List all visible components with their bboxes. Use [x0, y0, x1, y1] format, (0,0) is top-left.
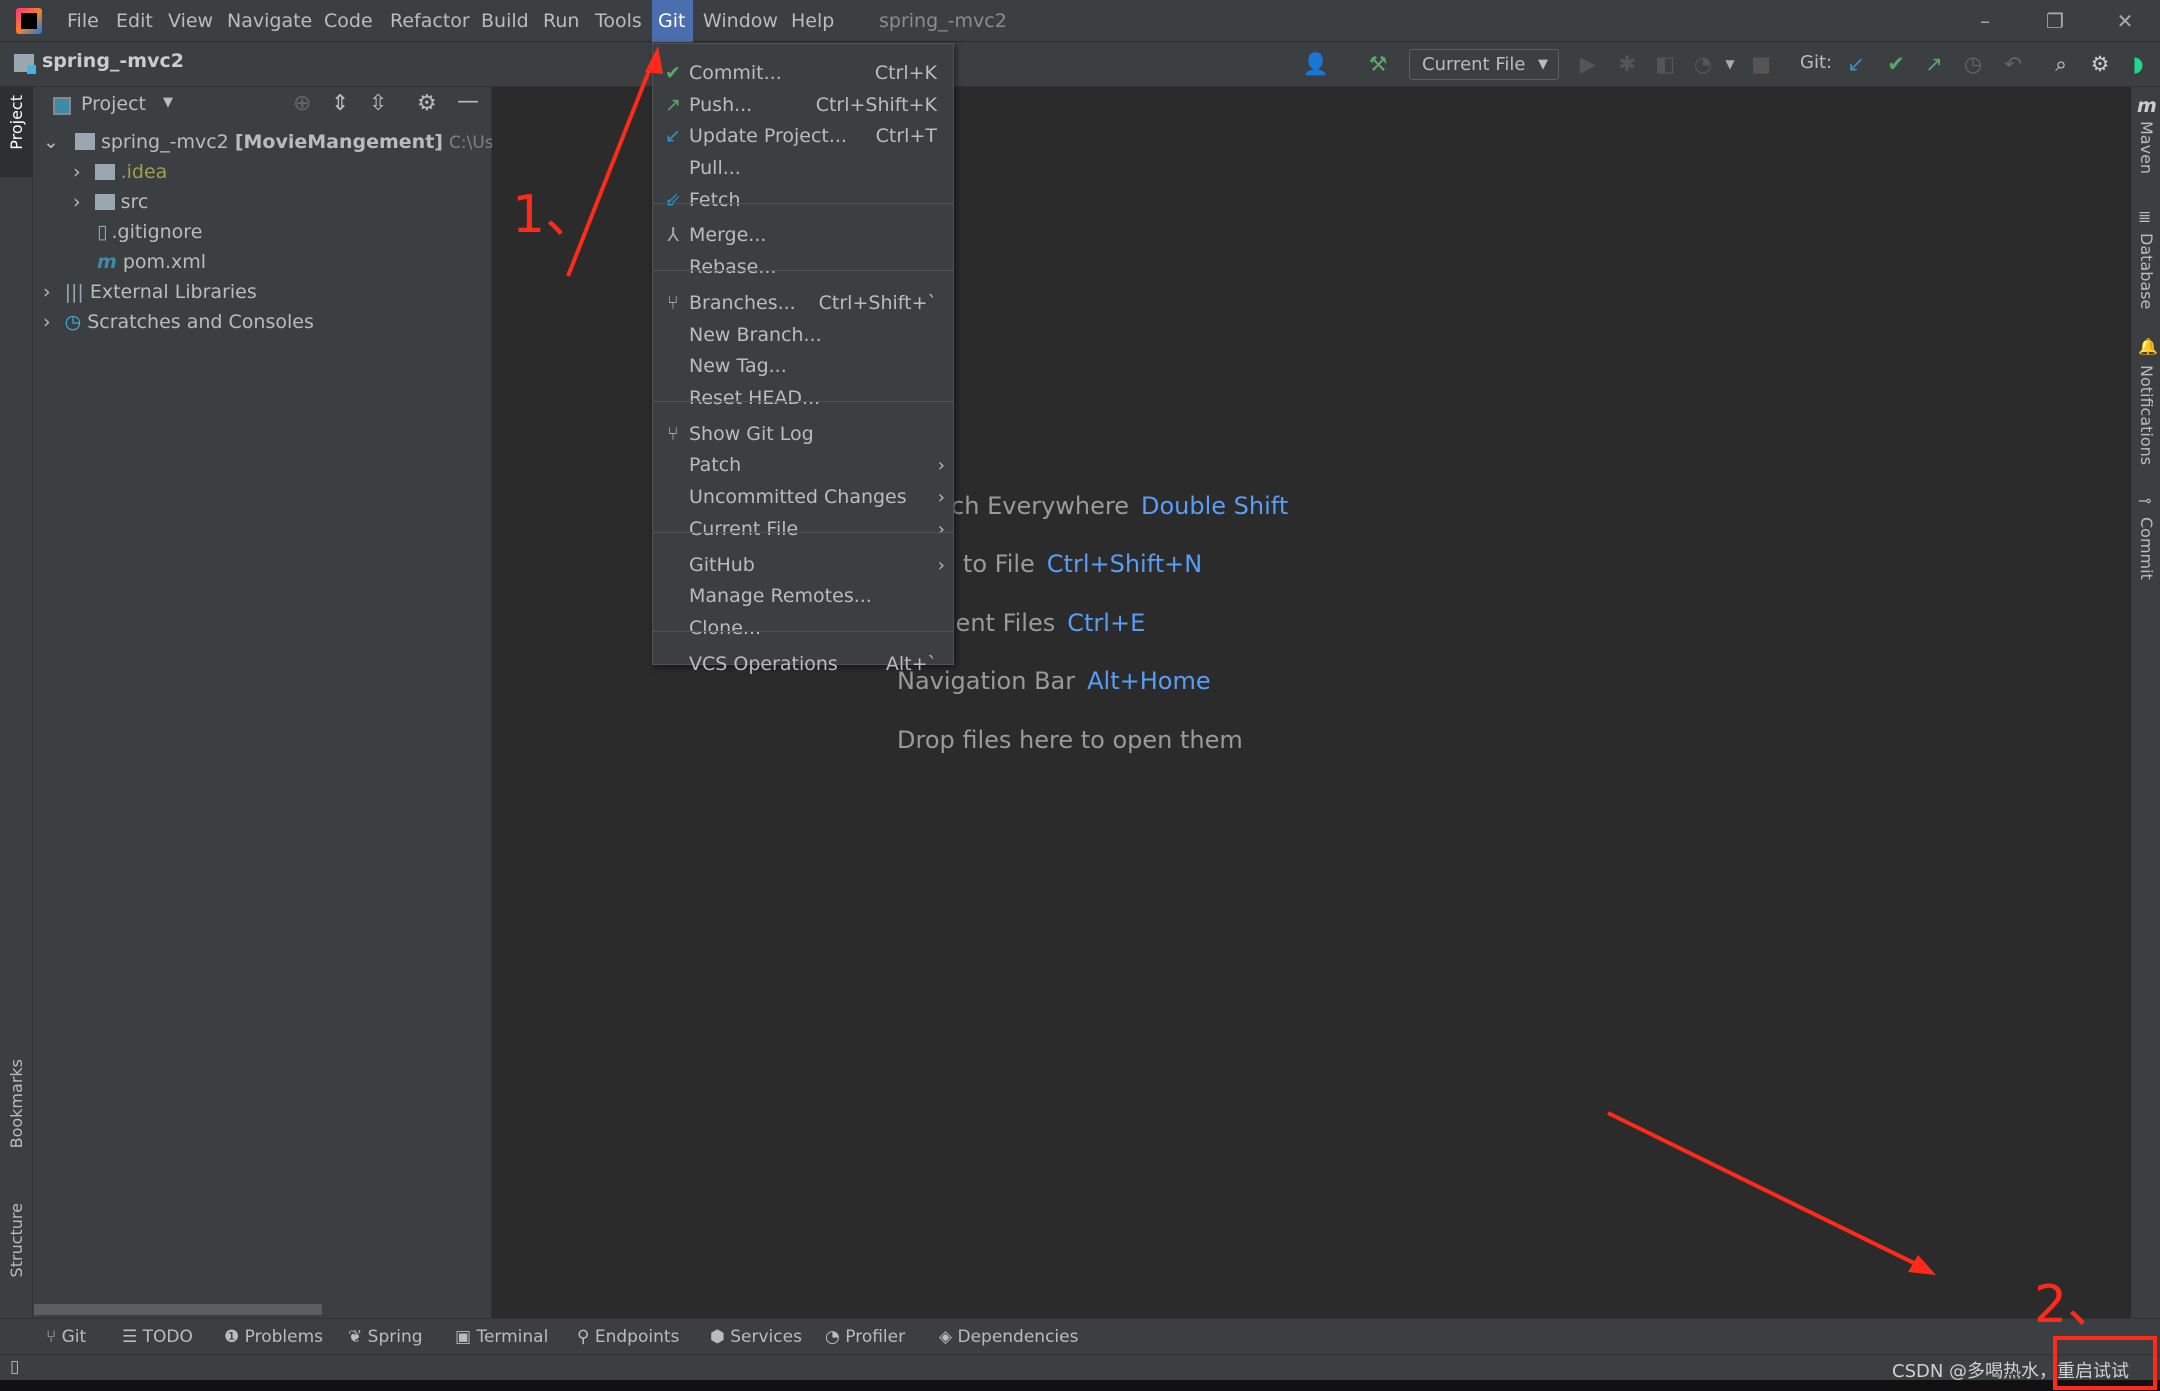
annotation-box — [2053, 1336, 2157, 1390]
annotation-step-1: 1、 — [512, 185, 598, 245]
annotation-arrowhead-2 — [1908, 1255, 1936, 1275]
annotation-layer — [566, 46, 2157, 1390]
annotation-arrowhead-1 — [645, 46, 663, 74]
annotation-arrow-2 — [1607, 1111, 1921, 1268]
annotation-step-2: 2、 — [2034, 1275, 2120, 1335]
